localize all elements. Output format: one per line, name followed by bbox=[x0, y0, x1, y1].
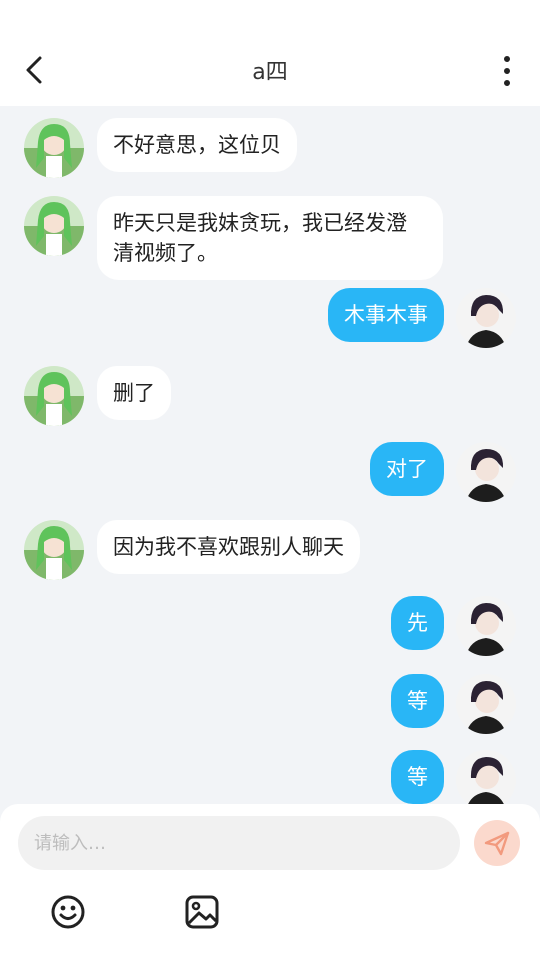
message-bubble[interactable]: 等 bbox=[391, 750, 444, 804]
message-bubble[interactable]: 昨天只是我妹贪玩，我已经发澄清视频了。 bbox=[97, 196, 443, 280]
avatar-dark-hair-icon bbox=[456, 596, 516, 656]
back-button[interactable] bbox=[22, 52, 72, 88]
emoji-button[interactable] bbox=[48, 892, 88, 932]
more-dot-icon bbox=[504, 80, 510, 86]
send-icon bbox=[484, 831, 510, 856]
avatar-dark-hair-icon bbox=[456, 750, 516, 804]
emoji-icon bbox=[51, 895, 85, 929]
image-icon bbox=[185, 895, 219, 929]
message-bubble[interactable]: 先 bbox=[391, 596, 444, 650]
more-dot-icon bbox=[504, 56, 510, 62]
status-bar bbox=[0, 0, 540, 34]
avatar-green-hair-icon bbox=[24, 196, 84, 256]
message-input[interactable] bbox=[18, 816, 460, 870]
input-bar bbox=[0, 804, 540, 960]
image-button[interactable] bbox=[182, 892, 222, 932]
avatar-self[interactable] bbox=[456, 750, 516, 804]
avatar-green-hair-icon bbox=[24, 366, 84, 426]
more-dot-icon bbox=[504, 68, 510, 74]
avatar-self[interactable] bbox=[456, 596, 516, 656]
avatar-other[interactable] bbox=[24, 520, 84, 580]
message-bubble[interactable]: 删了 bbox=[97, 366, 171, 420]
message-bubble[interactable]: 木事木事 bbox=[328, 288, 444, 342]
message-bubble[interactable]: 等 bbox=[391, 674, 444, 728]
send-button[interactable] bbox=[474, 820, 520, 866]
avatar-dark-hair-icon bbox=[456, 674, 516, 734]
message-bubble[interactable]: 不好意思，这位贝 bbox=[97, 118, 297, 172]
chevron-left-icon bbox=[26, 56, 42, 84]
message-bubble[interactable]: 因为我不喜欢跟别人聊天 bbox=[97, 520, 360, 574]
avatar-dark-hair-icon bbox=[456, 442, 516, 502]
avatar-other[interactable] bbox=[24, 118, 84, 178]
avatar-self[interactable] bbox=[456, 442, 516, 502]
message-list[interactable]: 不好意思，这位贝 昨天只是我妹贪玩，我已经发澄清视频了。 木事木事 删了 对了 … bbox=[0, 106, 540, 804]
message-bubble[interactable]: 对了 bbox=[370, 442, 444, 496]
avatar-green-hair-icon bbox=[24, 520, 84, 580]
avatar-other[interactable] bbox=[24, 366, 84, 426]
avatar-other[interactable] bbox=[24, 196, 84, 256]
more-options-button[interactable] bbox=[494, 54, 520, 88]
avatar-green-hair-icon bbox=[24, 118, 84, 178]
avatar-dark-hair-icon bbox=[456, 288, 516, 348]
avatar-self[interactable] bbox=[456, 674, 516, 734]
chat-header: a四 bbox=[0, 34, 540, 106]
chat-title: a四 bbox=[252, 60, 288, 85]
avatar-self[interactable] bbox=[456, 288, 516, 348]
